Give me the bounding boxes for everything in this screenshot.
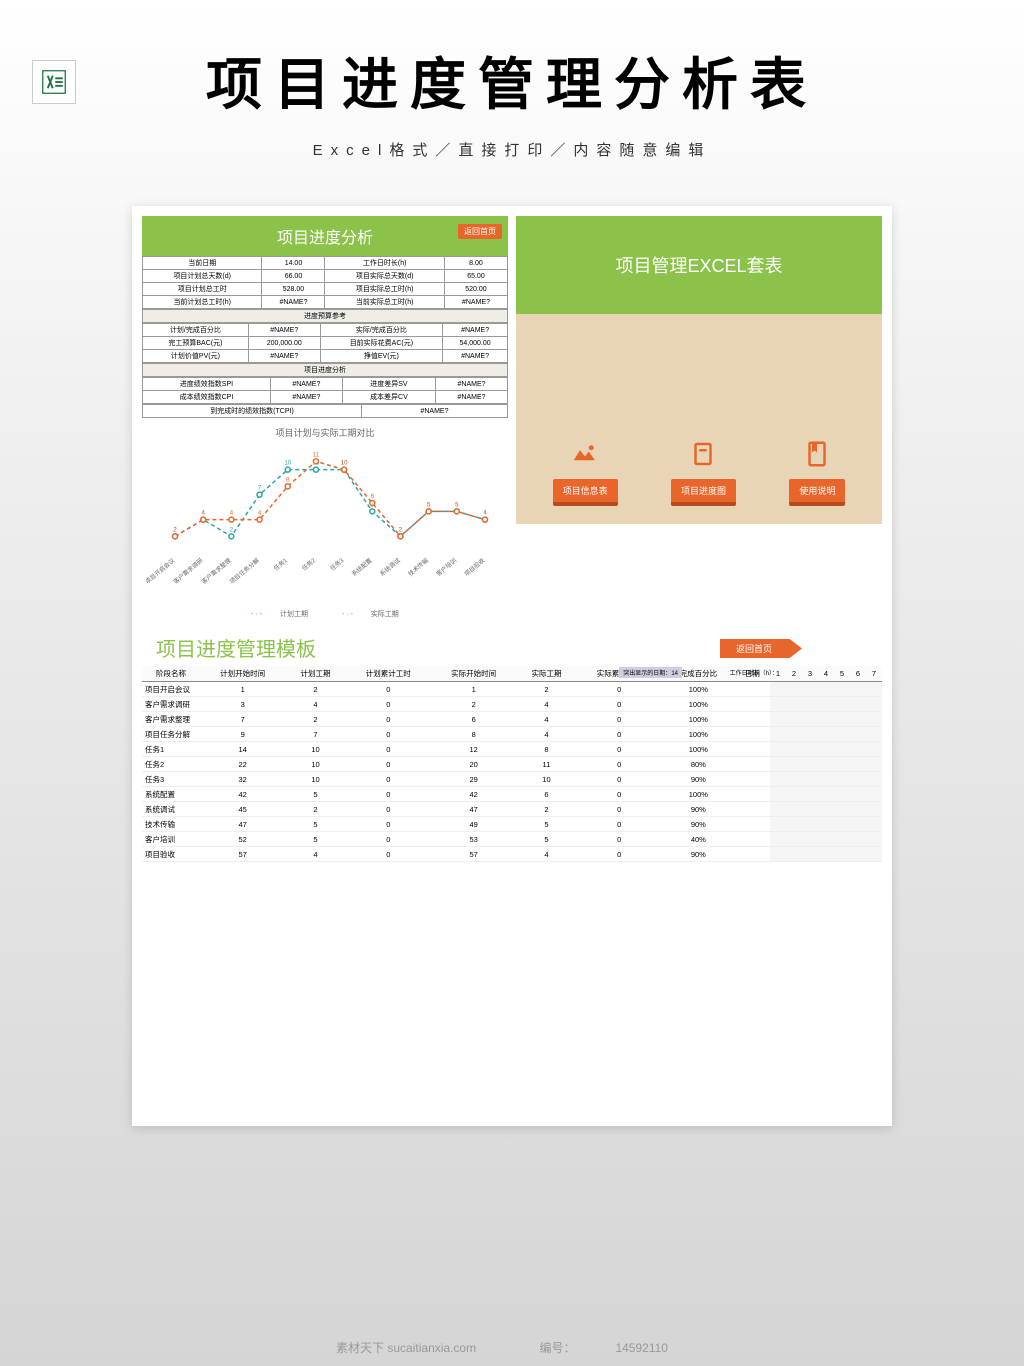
svg-text:7: 7	[258, 486, 262, 492]
svg-text:5: 5	[427, 502, 431, 508]
table-row: 项目验收5740574090%	[142, 847, 882, 862]
table-row: 客户需求整理720640100%	[142, 712, 882, 727]
svg-text:客户培训: 客户培训	[435, 556, 459, 578]
table-row: 客户需求调研340240100%	[142, 697, 882, 712]
table-row: 任务2221002011080%	[142, 757, 882, 772]
table-row: 项目任务分解970840100%	[142, 727, 882, 742]
svg-text:系统调试: 系统调试	[378, 556, 402, 578]
svg-text:项目任务分解: 项目任务分解	[228, 556, 261, 585]
svg-text:客户需求调研: 客户需求调研	[172, 556, 205, 585]
excel-icon	[32, 60, 76, 104]
info-table-2: 计划/完成百分比#NAME?实际/完成百分比#NAME?完工预算BAC(元)20…	[142, 323, 508, 363]
svg-text:4: 4	[202, 511, 206, 517]
svg-text:项目验收: 项目验收	[463, 556, 487, 578]
info-table-1: 当前日期14.00工作日时长(h)8.00项目计划总天数(d)66.00项目实际…	[142, 256, 508, 309]
spreadsheet-preview: 项目进度分析 返回首页 当前日期14.00工作日时长(h)8.00项目计划总天数…	[132, 206, 892, 1126]
svg-text:2: 2	[399, 527, 403, 533]
svg-text:客户需求整理: 客户需求整理	[200, 556, 233, 585]
svg-text:5: 5	[455, 502, 459, 508]
svg-text:6: 6	[371, 494, 375, 500]
left-banner: 项目进度分析 返回首页	[142, 216, 508, 256]
nav-1[interactable]: 项目进度图	[671, 439, 736, 506]
chart-legend: - · - 计划工期 - · - 实际工期	[146, 609, 504, 619]
svg-text:任务1: 任务1	[272, 556, 289, 572]
table-row: 客户培训5250535040%	[142, 832, 882, 847]
table-row: 项目开启会议120120100%	[142, 682, 882, 697]
svg-text:2: 2	[230, 527, 234, 533]
back-arrow[interactable]: 返回首页	[720, 639, 802, 658]
subtitle: Excel格式／直接打印／内容随意编辑	[60, 139, 964, 160]
right-banner: 项目管理EXCEL套表	[516, 216, 882, 314]
svg-text:8: 8	[286, 477, 290, 483]
svg-text:4: 4	[483, 511, 487, 517]
svg-text:11: 11	[313, 452, 320, 458]
page-title: 项目进度管理分析表	[60, 40, 964, 121]
table-row: 任务1141001280100%	[142, 742, 882, 757]
table-row: 系统配置42504260100%	[142, 787, 882, 802]
footer: 素材天下 sucaitianxia.com 编号：14592110	[0, 1339, 1024, 1356]
nav-2[interactable]: 使用说明	[789, 439, 845, 506]
svg-text:10: 10	[284, 461, 291, 467]
svg-text:技术传输: 技术传输	[406, 556, 430, 578]
table-row: 任务3321002910090%	[142, 772, 882, 787]
nav-0[interactable]: 项目信息表	[553, 439, 618, 506]
svg-text:项目开启会议: 项目开启会议	[146, 556, 176, 585]
gantt-table: 阶段名称计划开始时间计划工期计划累计工时实际开始时间实际工期实际累计工时完成百分…	[142, 666, 882, 862]
table-row: 系统调试4520472090%	[142, 802, 882, 817]
svg-text:任务3: 任务3	[328, 556, 345, 572]
svg-text:任务2: 任务2	[300, 556, 317, 572]
svg-text:10: 10	[341, 461, 348, 467]
table-row: 技术传输4750495090%	[142, 817, 882, 832]
svg-text:4: 4	[230, 511, 234, 517]
nav-buttons: 项目信息表项目进度图使用说明	[516, 314, 882, 524]
tcpi-row: 到完成时的绩效指数(TCPI)#NAME?	[142, 404, 508, 418]
info-table-3: 进度绩效指数SPI#NAME?进度差异SV#NAME?成本绩效指数CPI#NAM…	[142, 377, 508, 404]
chart-title: 项目计划与实际工期对比	[146, 426, 504, 439]
back-button[interactable]: 返回首页	[458, 224, 502, 239]
svg-text:4: 4	[258, 511, 262, 517]
svg-text:系统配置: 系统配置	[350, 556, 374, 578]
line-chart: 24271010105255424448111062554项目开启会议客户需求调…	[146, 443, 504, 603]
svg-text:2: 2	[173, 527, 177, 533]
